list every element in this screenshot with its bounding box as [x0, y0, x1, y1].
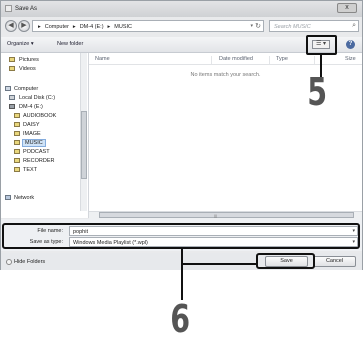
videos-icon: [9, 66, 15, 71]
address-bar[interactable]: ▸ Computer ▸ DM-4 (E:) ▸ MUSIC ▾ ↻: [32, 20, 264, 32]
sidebar-item-label: DM-4 (E:): [19, 104, 43, 110]
address-row: ◀ ▶ ▸ Computer ▸ DM-4 (E:) ▸ MUSIC ▾ ↻ Search…: [1, 18, 362, 35]
computer-icon: [5, 86, 11, 91]
pictures-icon: [9, 57, 15, 62]
close-button[interactable]: x: [337, 3, 357, 13]
window-icon: [5, 5, 12, 12]
sidebar-item-audiobook[interactable]: AUDIOBOOK: [1, 112, 86, 121]
breadcrumb-computer[interactable]: Computer: [45, 24, 69, 30]
sidebar-item-label: Videos: [19, 66, 36, 72]
forward-button[interactable]: ▶: [18, 20, 30, 32]
sidebar-item-image[interactable]: IMAGE: [1, 130, 86, 139]
sidebar-item-label: PODCAST: [23, 149, 50, 155]
callout-5-number: 5: [307, 70, 328, 114]
breadcrumb-separator: ▸: [38, 24, 41, 30]
organize-menu[interactable]: Organize ▾: [7, 41, 34, 47]
column-divider[interactable]: [269, 56, 270, 64]
sidebar-item-recorder[interactable]: RECORDER: [1, 157, 86, 166]
title-bar: Save As x: [1, 1, 362, 17]
sidebar-item-label: DAISY: [23, 122, 40, 128]
sidebar-item-label: MUSIC: [22, 139, 46, 147]
sidebar-scrollbar[interactable]: [80, 53, 87, 211]
folder-icon: [14, 149, 20, 154]
sidebar-item-podcast[interactable]: PODCAST: [1, 148, 86, 157]
sidebar-item-label: Local Disk (C:): [19, 95, 56, 101]
window-title: Save As: [15, 6, 38, 12]
scrollbar-thumb[interactable]: [81, 111, 87, 179]
sidebar-item-music[interactable]: MUSIC: [1, 139, 86, 148]
hide-folders-icon[interactable]: [6, 259, 12, 265]
folder-icon: [14, 131, 20, 136]
callout-5-highlight: [306, 35, 337, 55]
sidebar-item-local-disk[interactable]: Local Disk (C:): [1, 94, 86, 103]
breadcrumb-separator: ▸: [72, 24, 76, 30]
navigation-pane: Pictures Videos Computer Local Disk (C:)…: [1, 53, 89, 218]
folder-icon: [14, 167, 20, 172]
scrollbar-grip-icon: |||: [214, 213, 218, 218]
sidebar-item-computer[interactable]: Computer: [1, 85, 86, 94]
breadcrumb-dm4[interactable]: DM-4 (E:): [80, 24, 104, 30]
column-header-size[interactable]: Size: [345, 56, 356, 62]
column-header-type[interactable]: Type: [276, 56, 288, 62]
sidebar-item-text[interactable]: TEXT: [1, 166, 86, 175]
callout-6-leader: [181, 263, 183, 300]
help-icon[interactable]: ?: [346, 40, 355, 49]
breadcrumb-music[interactable]: MUSIC: [114, 24, 132, 30]
column-header-date[interactable]: Date modified: [219, 56, 253, 62]
drive-icon: [9, 95, 15, 100]
callout-6-save-highlight: [256, 253, 315, 269]
folder-icon: [14, 122, 20, 127]
cancel-button[interactable]: Cancel: [313, 256, 356, 267]
sidebar-item-label: Computer: [14, 86, 39, 92]
sidebar-item-label: IMAGE: [23, 131, 41, 137]
network-icon: [5, 195, 11, 200]
breadcrumb: ▸ Computer ▸ DM-4 (E:) ▸ MUSIC: [38, 24, 136, 30]
folder-icon: [14, 140, 20, 145]
folder-icon: [14, 113, 20, 118]
folder-icon: [14, 158, 20, 163]
refresh-icon[interactable]: ↻: [255, 22, 261, 30]
scrollbar-thumb[interactable]: [99, 212, 354, 218]
search-input[interactable]: Search MUSIC ⌕: [269, 20, 359, 32]
search-icon: ⌕: [352, 22, 356, 29]
callout-6-leader: [181, 263, 257, 265]
column-divider[interactable]: [314, 56, 315, 64]
new-folder-button[interactable]: New folder: [57, 41, 83, 47]
sidebar-item-label: Pictures: [19, 57, 39, 63]
column-divider[interactable]: [211, 56, 212, 64]
sidebar-item-label: TEXT: [23, 167, 38, 173]
sidebar-item-pictures[interactable]: Pictures: [1, 56, 86, 65]
address-dropdown-icon[interactable]: ▾: [250, 23, 253, 29]
sidebar-item-network[interactable]: Network: [1, 194, 86, 203]
sidebar-item-label: AUDIOBOOK: [23, 113, 57, 119]
horizontal-scrollbar[interactable]: |||: [89, 211, 362, 219]
callout-6-form-highlight: [2, 223, 360, 249]
sidebar-item-label: Network: [14, 195, 35, 201]
sidebar-item-label: RECORDER: [23, 158, 55, 164]
search-placeholder: Search MUSIC: [274, 24, 311, 30]
back-button[interactable]: ◀: [5, 20, 17, 32]
sidebar-item-daisy[interactable]: DAISY: [1, 121, 86, 130]
sidebar-item-dm4[interactable]: DM-4 (E:): [1, 103, 86, 112]
drive-icon: [9, 104, 15, 109]
breadcrumb-separator: ▸: [107, 24, 111, 30]
hide-folders-toggle[interactable]: Hide Folders: [14, 259, 45, 265]
callout-6-number: 6: [170, 297, 191, 341]
column-header-name[interactable]: Name: [95, 56, 110, 62]
sidebar-item-videos[interactable]: Videos: [1, 65, 86, 74]
